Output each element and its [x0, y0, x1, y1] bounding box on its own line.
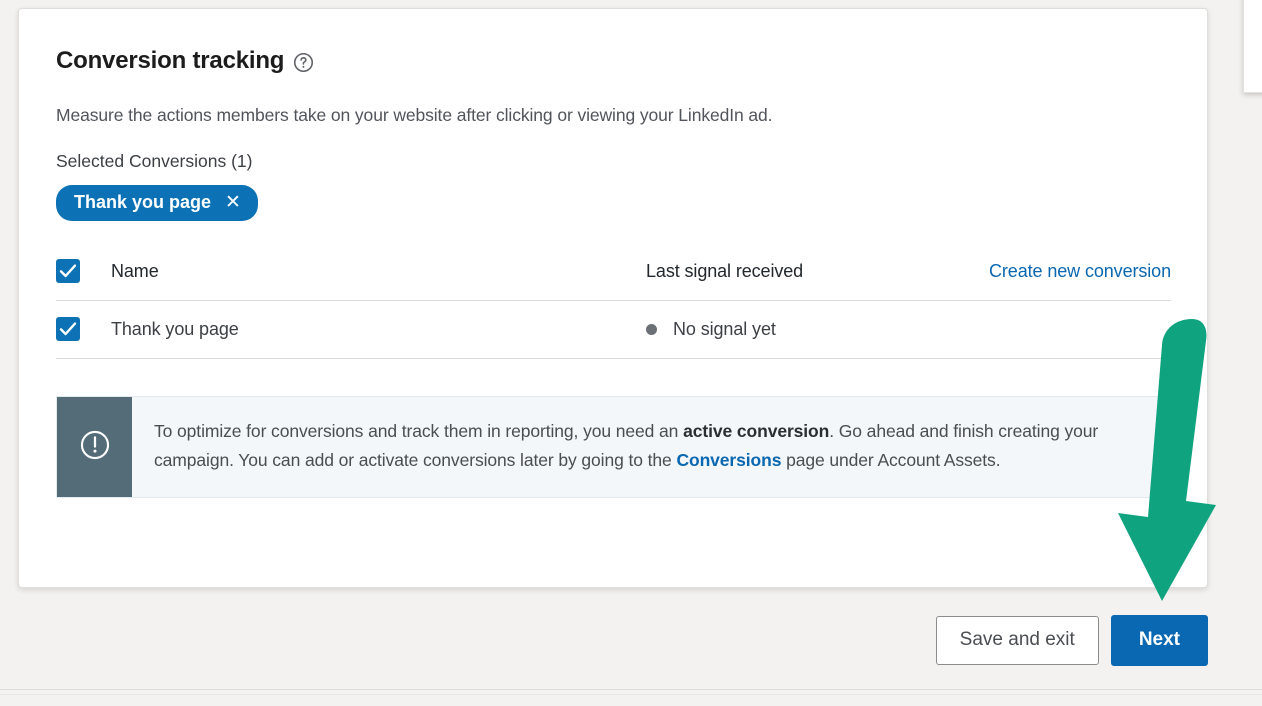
- select-all-checkbox[interactable]: [56, 259, 80, 283]
- background-panel-edge: [1243, 0, 1262, 93]
- alert-icon-panel: [57, 397, 132, 497]
- save-and-exit-button[interactable]: Save and exit: [935, 616, 1099, 665]
- column-header-last-signal: Last signal received: [646, 260, 804, 281]
- row-checkbox[interactable]: [56, 317, 80, 341]
- help-circle-icon[interactable]: [293, 49, 314, 73]
- table-row[interactable]: Thank you page No signal yet: [56, 301, 1171, 359]
- alert-bold-phrase: active conversion: [683, 421, 830, 441]
- table-header-row: Name Last signal received Create new con…: [56, 259, 1171, 301]
- row-name: Thank you page: [111, 318, 239, 339]
- conversions-table: Name Last signal received Create new con…: [56, 259, 1171, 359]
- bottom-divider-secondary: [0, 694, 1262, 695]
- bottom-divider: [0, 689, 1262, 690]
- alert-text-part-1: To optimize for conversions and track th…: [154, 421, 684, 441]
- conversion-tracking-card: Conversion tracking Measure the actions …: [18, 8, 1208, 588]
- info-alert: To optimize for conversions and track th…: [56, 396, 1171, 498]
- page-title: Conversion tracking: [56, 47, 285, 74]
- create-new-conversion-link[interactable]: Create new conversion: [989, 261, 1171, 281]
- selected-conversions-label: Selected Conversions (1): [56, 151, 253, 171]
- conversion-pill-label: Thank you page: [74, 192, 212, 212]
- footer-actions: Save and exit Next: [0, 615, 1208, 666]
- conversion-pill[interactable]: Thank you page ✕: [56, 185, 258, 221]
- column-header-name: Name: [111, 260, 159, 281]
- selected-conversions-pills: Thank you page ✕: [56, 185, 1169, 221]
- exclamation-circle-icon: [78, 428, 112, 467]
- close-icon[interactable]: ✕: [225, 193, 241, 212]
- status-dot-icon: [646, 323, 657, 335]
- alert-message: To optimize for conversions and track th…: [132, 397, 1170, 497]
- alert-text-part-3: page under Account Assets.: [781, 450, 1001, 470]
- page-title-row: Conversion tracking: [56, 47, 1169, 75]
- next-button[interactable]: Next: [1110, 615, 1208, 666]
- description-text: Measure the actions members take on your…: [56, 105, 773, 125]
- row-signal-status: No signal yet: [673, 318, 776, 339]
- conversions-link[interactable]: Conversions: [676, 450, 781, 470]
